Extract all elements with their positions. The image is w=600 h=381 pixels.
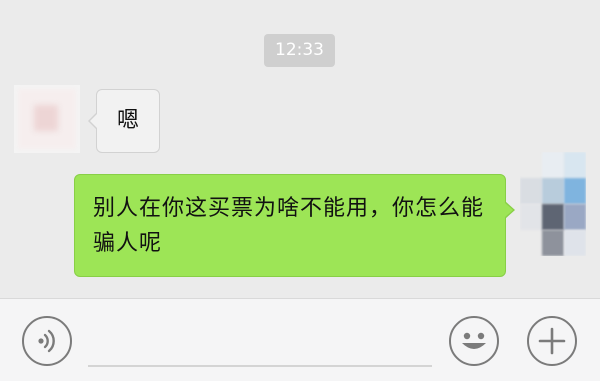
- blurred-avatar-tile: [542, 204, 564, 230]
- plus-icon: [538, 327, 566, 355]
- sent-message-bubble[interactable]: 别人在你这买票为啥不能用，你怎么能骗人呢: [74, 174, 515, 277]
- received-message-bubble[interactable]: 嗯: [88, 89, 160, 153]
- blurred-avatar-tile: [542, 178, 564, 204]
- blurred-avatar-tile: [542, 152, 564, 178]
- blurred-avatar-tile: [564, 230, 586, 256]
- blurred-avatar-tile: [520, 178, 542, 204]
- voice-wave-icon: [38, 329, 55, 353]
- message-input[interactable]: [88, 317, 432, 367]
- contact-avatar[interactable]: [14, 85, 80, 153]
- emoji-button[interactable]: [449, 316, 499, 366]
- blurred-avatar-tile: [564, 178, 586, 204]
- smiley-face-icon: [462, 332, 486, 349]
- blurred-avatar-tile: [564, 204, 586, 230]
- message-timestamp: 12:33: [264, 34, 335, 67]
- chat-area[interactable]: 12:33 嗯 别人在你这买票为啥不能用，你怎么能骗人呢: [0, 0, 600, 298]
- blurred-avatar-tile: [542, 230, 564, 256]
- blurred-avatar-detail: [34, 105, 58, 131]
- more-options-button[interactable]: [527, 316, 577, 366]
- blurred-avatar-tile: [520, 204, 542, 230]
- input-bar: [0, 298, 600, 381]
- user-avatar[interactable]: [520, 152, 586, 256]
- voice-input-button[interactable]: [22, 316, 72, 366]
- blurred-avatar-tile: [564, 152, 586, 178]
